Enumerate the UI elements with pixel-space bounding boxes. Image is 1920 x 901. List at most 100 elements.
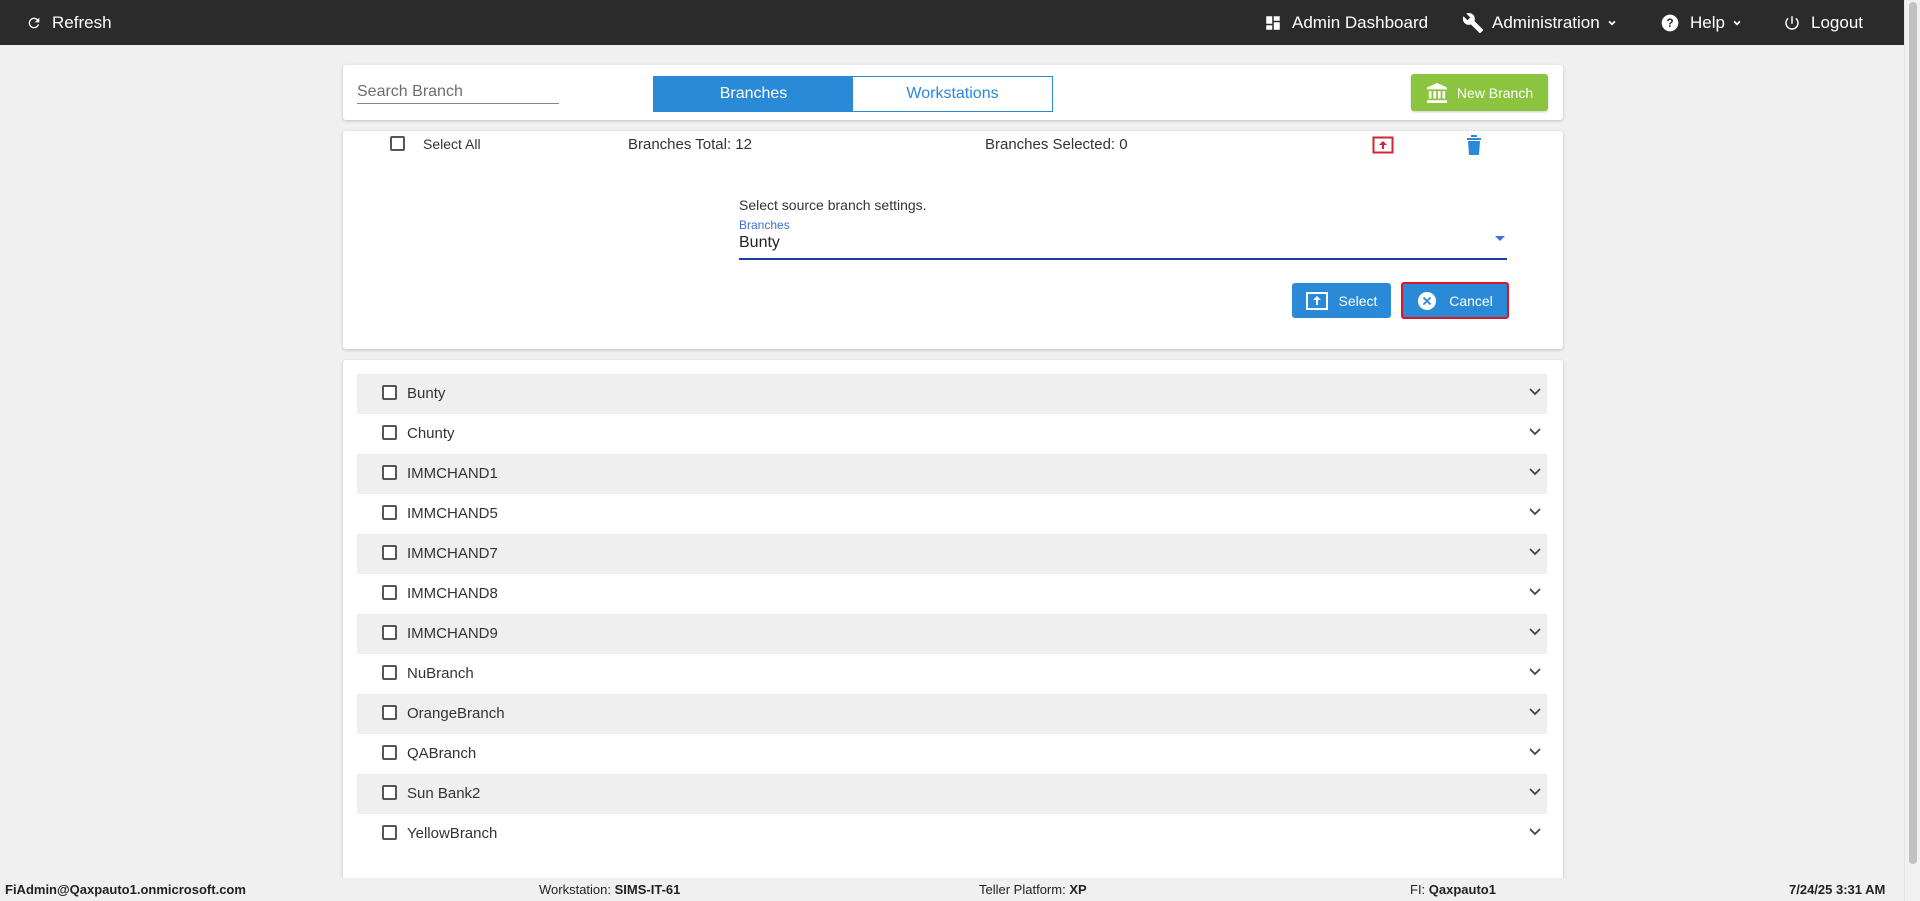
chevron-down-icon[interactable] [1529,428,1541,436]
refresh-button[interactable]: Refresh [26,0,112,45]
help-menu[interactable]: ? Help [1660,0,1743,45]
chevron-down-icon[interactable] [1529,628,1541,636]
footer-workstation: Workstation: SIMS-IT-61 [539,882,681,897]
branch-name: Chunty [407,425,455,442]
admin-dashboard-label: Admin Dashboard [1292,12,1429,32]
list-item[interactable]: Chunty [357,414,1547,454]
footer-fi: FI: Qaxpauto1 [1410,882,1496,897]
list-item[interactable]: OrangeBranch [357,694,1547,734]
top-nav-bar: Refresh Admin Dashboard Administration ?… [0,0,1904,45]
row-checkbox[interactable] [382,625,397,640]
cancel-icon [1418,291,1437,310]
chevron-down-icon[interactable] [1529,748,1541,756]
branch-name: IMMCHAND5 [407,505,498,522]
branch-name: Bunty [407,385,446,402]
chevron-down-icon[interactable] [1529,548,1541,556]
copy-settings-icon[interactable] [1372,135,1394,155]
list-item[interactable]: NuBranch [357,654,1547,694]
row-checkbox[interactable] [382,505,397,520]
page-scrollbar[interactable] [1904,0,1920,901]
branch-name: IMMCHAND9 [407,625,498,642]
cancel-button[interactable]: Cancel [1401,282,1509,319]
row-checkbox[interactable] [382,385,397,400]
list-item[interactable]: QABranch [357,734,1547,774]
wrench-icon [1462,12,1484,33]
row-checkbox[interactable] [382,825,397,840]
chevron-down-icon[interactable] [1529,668,1541,676]
branch-name: Sun Bank2 [407,785,481,802]
branch-name: IMMCHAND7 [407,545,498,562]
chevron-down-icon[interactable] [1529,788,1541,796]
chevron-down-icon [1608,20,1616,26]
logout-button[interactable]: Logout [1783,0,1863,45]
status-footer: FiAdmin@Qaxpauto1.onmicrosoft.com Workst… [0,878,1904,901]
branch-name: QABranch [407,745,477,762]
select-all-checkbox[interactable] [390,136,405,151]
view-toggle: Branches Workstations [653,76,1053,112]
help-label: Help [1690,12,1725,32]
refresh-label: Refresh [52,12,112,32]
refresh-icon [28,17,40,28]
row-checkbox[interactable] [382,545,397,560]
dropdown-arrow-icon [1495,236,1505,241]
svg-text:?: ? [1666,17,1673,30]
row-checkbox[interactable] [382,665,397,680]
branch-actions-card: Select All Branches Total: 12 Branches S… [343,131,1563,349]
list-item[interactable]: Sun Bank2 [357,774,1547,814]
row-checkbox[interactable] [382,785,397,800]
branch-name: OrangeBranch [407,705,505,722]
branches-dropdown[interactable]: Bunty [739,230,1507,260]
branch-name: IMMCHAND1 [407,465,498,482]
select-button-label: Select [1338,292,1378,309]
dashboard-icon [1266,15,1280,30]
row-checkbox[interactable] [382,585,397,600]
cancel-button-label: Cancel [1449,292,1493,309]
branch-name: NuBranch [407,665,474,682]
admin-dashboard-link[interactable]: Admin Dashboard [1264,0,1428,45]
chevron-down-icon [1733,20,1741,26]
row-checkbox[interactable] [382,465,397,480]
branch-name: YellowBranch [407,825,498,842]
list-item[interactable]: IMMCHAND5 [357,494,1547,534]
branch-name: IMMCHAND8 [407,585,498,602]
new-branch-button[interactable]: New Branch [1411,74,1548,111]
tab-branches[interactable]: Branches [654,77,853,111]
chevron-down-icon[interactable] [1529,388,1541,396]
list-item[interactable]: IMMCHAND1 [357,454,1547,494]
row-checkbox[interactable] [382,705,397,720]
administration-menu[interactable]: Administration [1462,0,1618,45]
chevron-down-icon[interactable] [1529,828,1541,836]
footer-datetime: 7/24/25 3:31 AM [1789,882,1886,897]
chevron-down-icon[interactable] [1529,588,1541,596]
branches-dropdown-value: Bunty [739,234,780,251]
bank-icon [1426,82,1447,103]
chevron-down-icon[interactable] [1529,468,1541,476]
list-item[interactable]: IMMCHAND9 [357,614,1547,654]
chevron-down-icon[interactable] [1529,708,1541,716]
list-item[interactable]: Bunty [357,374,1547,414]
select-all-label: Select All [423,136,481,152]
tab-workstations[interactable]: Workstations [853,77,1052,111]
source-branch-prompt: Select source branch settings. [739,197,927,213]
list-item[interactable]: IMMCHAND7 [357,534,1547,574]
upload-icon [1305,291,1328,310]
search-branch-input[interactable] [357,81,559,104]
branches-total: Branches Total: 12 [628,136,752,153]
new-branch-label: New Branch [1456,84,1534,101]
list-item[interactable]: IMMCHAND8 [357,574,1547,614]
power-icon [1785,15,1799,30]
logout-label: Logout [1811,12,1863,32]
branches-selected: Branches Selected: 0 [985,136,1128,153]
branch-list: Bunty Chunty IMMCHAND1 IMMCHAND5 IMMCHAN… [343,360,1563,880]
help-icon: ? [1661,14,1679,31]
list-item[interactable]: YellowBranch [357,814,1547,854]
branch-header-card: Branches Workstations New Branch [343,65,1563,120]
select-button[interactable]: Select [1292,283,1391,318]
delete-icon[interactable] [1466,135,1482,155]
scrollbar-thumb[interactable] [1909,2,1917,864]
chevron-down-icon[interactable] [1529,508,1541,516]
footer-user: FiAdmin@Qaxpauto1.onmicrosoft.com [5,882,246,897]
row-checkbox[interactable] [382,425,397,440]
footer-teller-platform: Teller Platform: XP [979,882,1087,897]
row-checkbox[interactable] [382,745,397,760]
